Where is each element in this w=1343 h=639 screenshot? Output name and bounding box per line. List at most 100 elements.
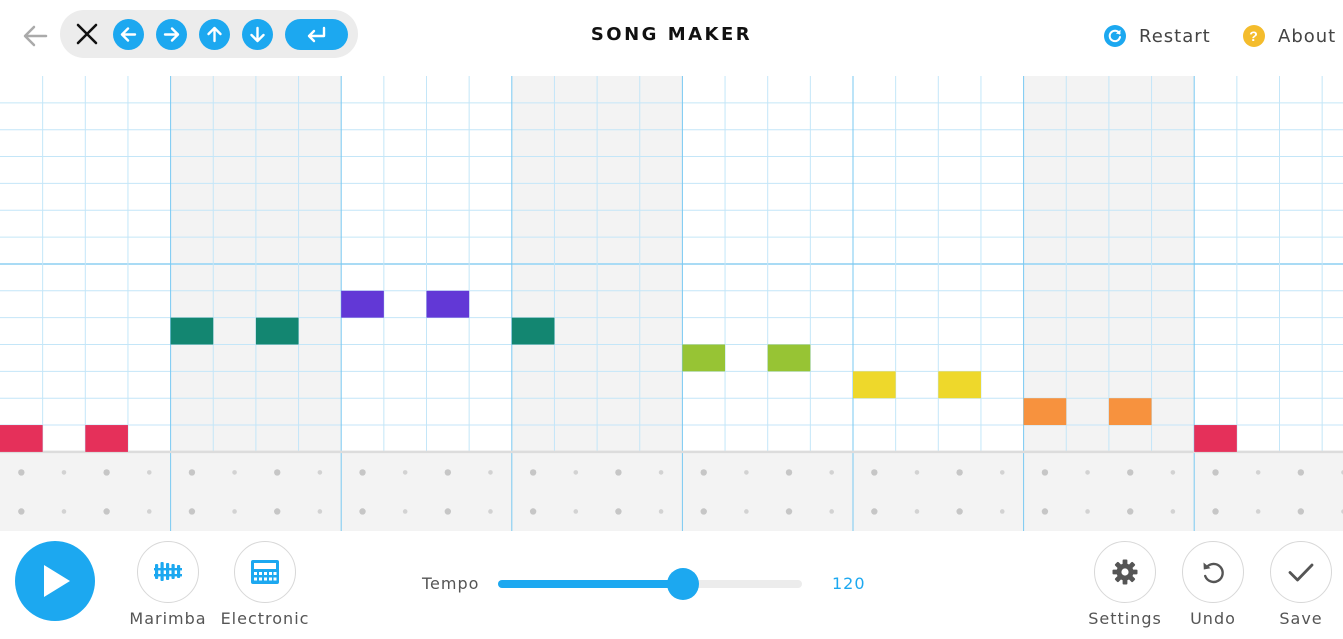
percussion-dot <box>829 470 834 475</box>
percussion-dot <box>359 469 366 476</box>
percussion-dot <box>61 470 67 475</box>
marimba-icon <box>154 562 182 581</box>
about-button[interactable]: ? About <box>1242 24 1336 48</box>
save-button[interactable] <box>1270 541 1332 603</box>
percussion-dot <box>232 509 237 514</box>
percussion-dot <box>488 470 493 475</box>
percussion-dot <box>785 469 793 476</box>
note-block <box>341 290 384 318</box>
drum-machine-icon <box>251 560 279 584</box>
tempo-slider-fill <box>498 580 684 588</box>
note-block <box>938 371 981 399</box>
bottom-bar: Marimba Electronic Tempo 120 Settings Un… <box>0 531 1343 639</box>
percussion-dot <box>61 509 67 514</box>
percussion-dot <box>402 470 408 475</box>
percussion-dot <box>999 470 1005 475</box>
percussion-dot <box>317 509 323 514</box>
tempo-value: 120 <box>832 574 866 593</box>
percussion-dot <box>488 509 493 514</box>
top-bar: SONG MAKER Restart ? About <box>0 0 1343 76</box>
percussion-dot <box>188 469 196 476</box>
percussion-area <box>0 452 1343 531</box>
percussion-dot <box>871 508 878 515</box>
percussion-dot <box>658 509 664 514</box>
note-block <box>767 344 811 372</box>
tempo-slider[interactable] <box>498 568 802 600</box>
percussion-dot <box>1041 469 1049 476</box>
undo-icon <box>1203 562 1224 584</box>
percussion-dot <box>744 509 749 514</box>
percussion-dot <box>914 509 920 514</box>
percussion-dot <box>359 508 366 515</box>
percussion-dot <box>402 509 408 514</box>
percussion-button[interactable] <box>234 541 296 603</box>
note-block <box>1023 398 1067 426</box>
note-block <box>1108 398 1152 426</box>
refresh-icon <box>1104 25 1126 47</box>
percussion-dot <box>573 470 579 475</box>
percussion-dot <box>1170 470 1176 475</box>
percussion-dot <box>1127 508 1134 515</box>
percussion-dot <box>658 470 664 475</box>
note-block <box>1194 425 1237 452</box>
percussion-dot <box>785 508 793 515</box>
percussion-dot <box>1212 508 1219 515</box>
percussion-dot <box>274 508 281 515</box>
note-block <box>255 317 299 345</box>
song-grid[interactable] <box>0 76 1343 531</box>
percussion-dot <box>744 470 749 475</box>
settings-button[interactable] <box>1094 541 1156 603</box>
percussion-dot <box>529 469 537 476</box>
percussion-dot <box>146 509 152 514</box>
percussion-dot <box>188 508 196 515</box>
percussion-dot <box>615 508 622 515</box>
percussion-label: Electronic <box>220 609 310 628</box>
percussion-dot <box>146 470 152 475</box>
checkmark-icon <box>1288 563 1314 582</box>
percussion-dot <box>956 469 963 476</box>
percussion-dot <box>1212 469 1219 476</box>
percussion-dot <box>1041 508 1049 515</box>
percussion-dot <box>103 469 110 476</box>
percussion-dot <box>274 469 281 476</box>
percussion-dot <box>700 508 707 515</box>
percussion-dot <box>956 508 963 515</box>
percussion-dot <box>871 469 878 476</box>
play-icon <box>44 565 70 597</box>
percussion-dot <box>1127 469 1134 476</box>
note-block <box>682 344 726 372</box>
percussion-dot <box>700 469 707 476</box>
question-icon: ? <box>1243 25 1265 47</box>
percussion-dot <box>444 469 452 476</box>
tempo-slider-thumb[interactable] <box>667 568 700 600</box>
note-block <box>85 425 128 452</box>
gear-icon <box>1112 559 1138 585</box>
instrument-button[interactable] <box>137 541 199 603</box>
percussion-dot <box>1085 509 1090 514</box>
percussion-dot <box>529 508 537 515</box>
percussion-dot <box>1085 470 1090 475</box>
percussion-dot <box>1297 469 1305 476</box>
percussion-dot <box>1255 470 1261 475</box>
undo-button[interactable] <box>1182 541 1244 603</box>
note-block <box>170 317 214 345</box>
percussion-dot <box>18 508 25 515</box>
percussion-dot <box>1170 509 1176 514</box>
percussion-dot <box>317 470 323 475</box>
percussion-dot <box>18 469 25 476</box>
percussion-dot <box>615 469 622 476</box>
save-label: Save <box>1279 609 1323 628</box>
percussion-dot <box>1297 508 1305 515</box>
restart-button[interactable]: Restart <box>1103 24 1211 48</box>
percussion-dot <box>1255 509 1261 514</box>
percussion-dot <box>232 470 237 475</box>
percussion-dot <box>914 470 920 475</box>
note-block <box>0 425 43 452</box>
play-button[interactable] <box>15 541 95 621</box>
percussion-dot <box>103 508 110 515</box>
about-label: About <box>1278 25 1337 47</box>
percussion-dot <box>999 509 1005 514</box>
question-glyph: ? <box>1249 28 1259 44</box>
note-block <box>426 290 470 318</box>
percussion-dot <box>829 509 834 514</box>
